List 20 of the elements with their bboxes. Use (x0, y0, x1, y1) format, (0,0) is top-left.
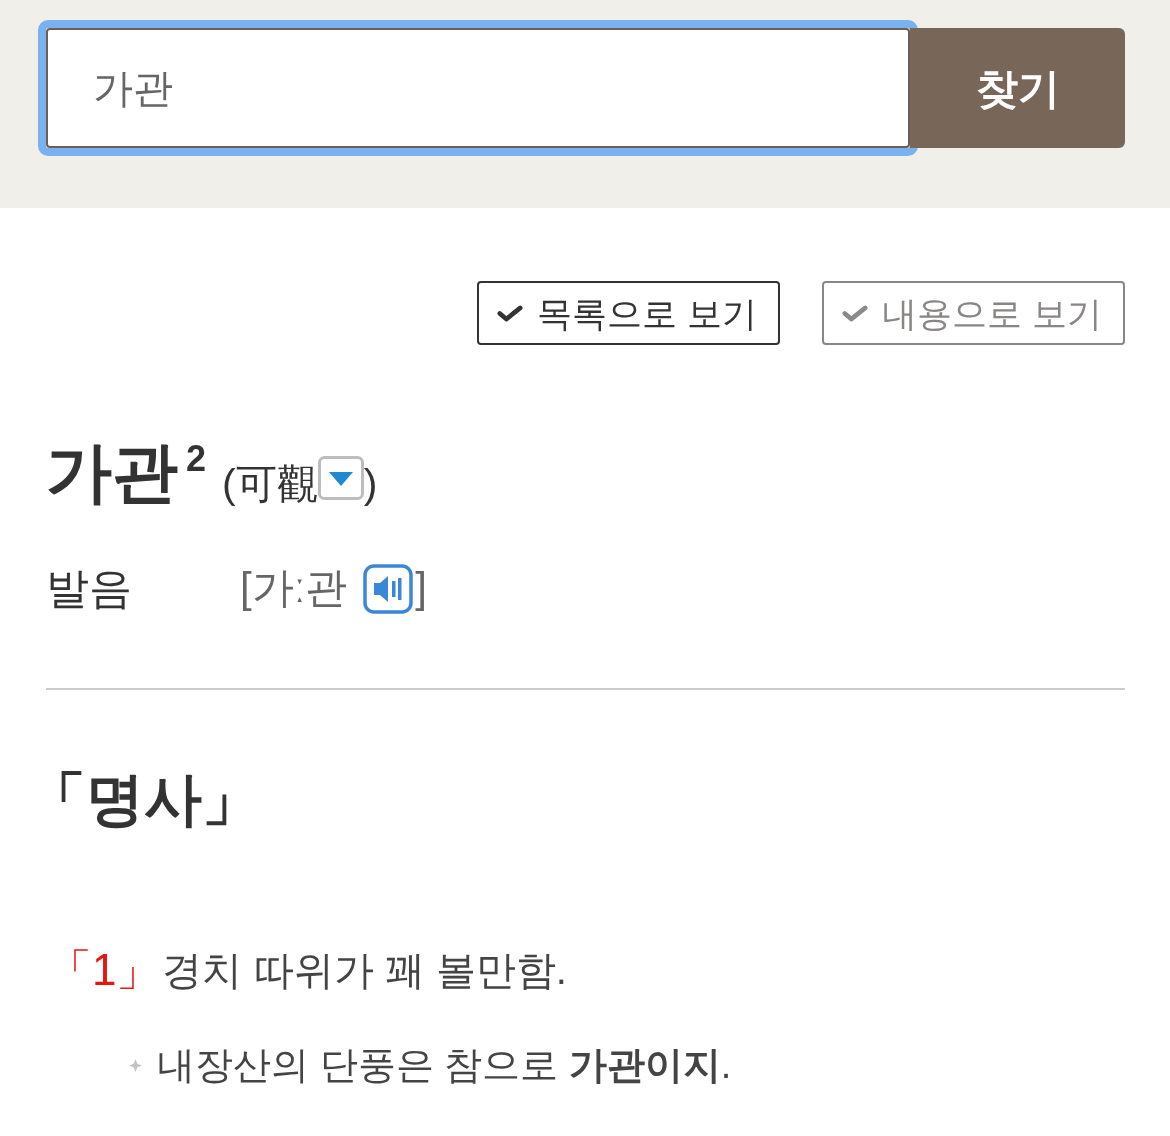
sense-number: 「1」 (48, 944, 161, 997)
homograph-number: 2 (186, 441, 207, 477)
search-button[interactable]: 찾기 (910, 28, 1125, 148)
check-icon (497, 303, 523, 323)
speaker-icon[interactable] (363, 563, 414, 614)
example-sentence: 내장산의 단풍은 참으로 가관이지. (157, 1042, 732, 1088)
definition-text: 경치 따위가 꽤 볼만함. (162, 947, 567, 995)
check-icon (842, 303, 868, 323)
view-toggle[interactable]: 목록으로 보기 (477, 281, 780, 345)
view-toggle[interactable]: 내용으로 보기 (822, 281, 1125, 345)
pronunciation-text: [가ː관 (240, 563, 348, 614)
search-field[interactable]: 가관 (46, 28, 910, 148)
headword: 가관 (46, 435, 178, 511)
paren-close: ) (363, 459, 378, 509)
hanja-origin: (可觀 (222, 459, 318, 509)
bracket-close: ] (415, 563, 427, 614)
dropdown-icon[interactable] (317, 455, 364, 500)
bullet-icon (129, 1059, 142, 1073)
pronunciation-label: 발음 (46, 562, 133, 614)
part-of-speech: 「명사」 (28, 765, 260, 834)
